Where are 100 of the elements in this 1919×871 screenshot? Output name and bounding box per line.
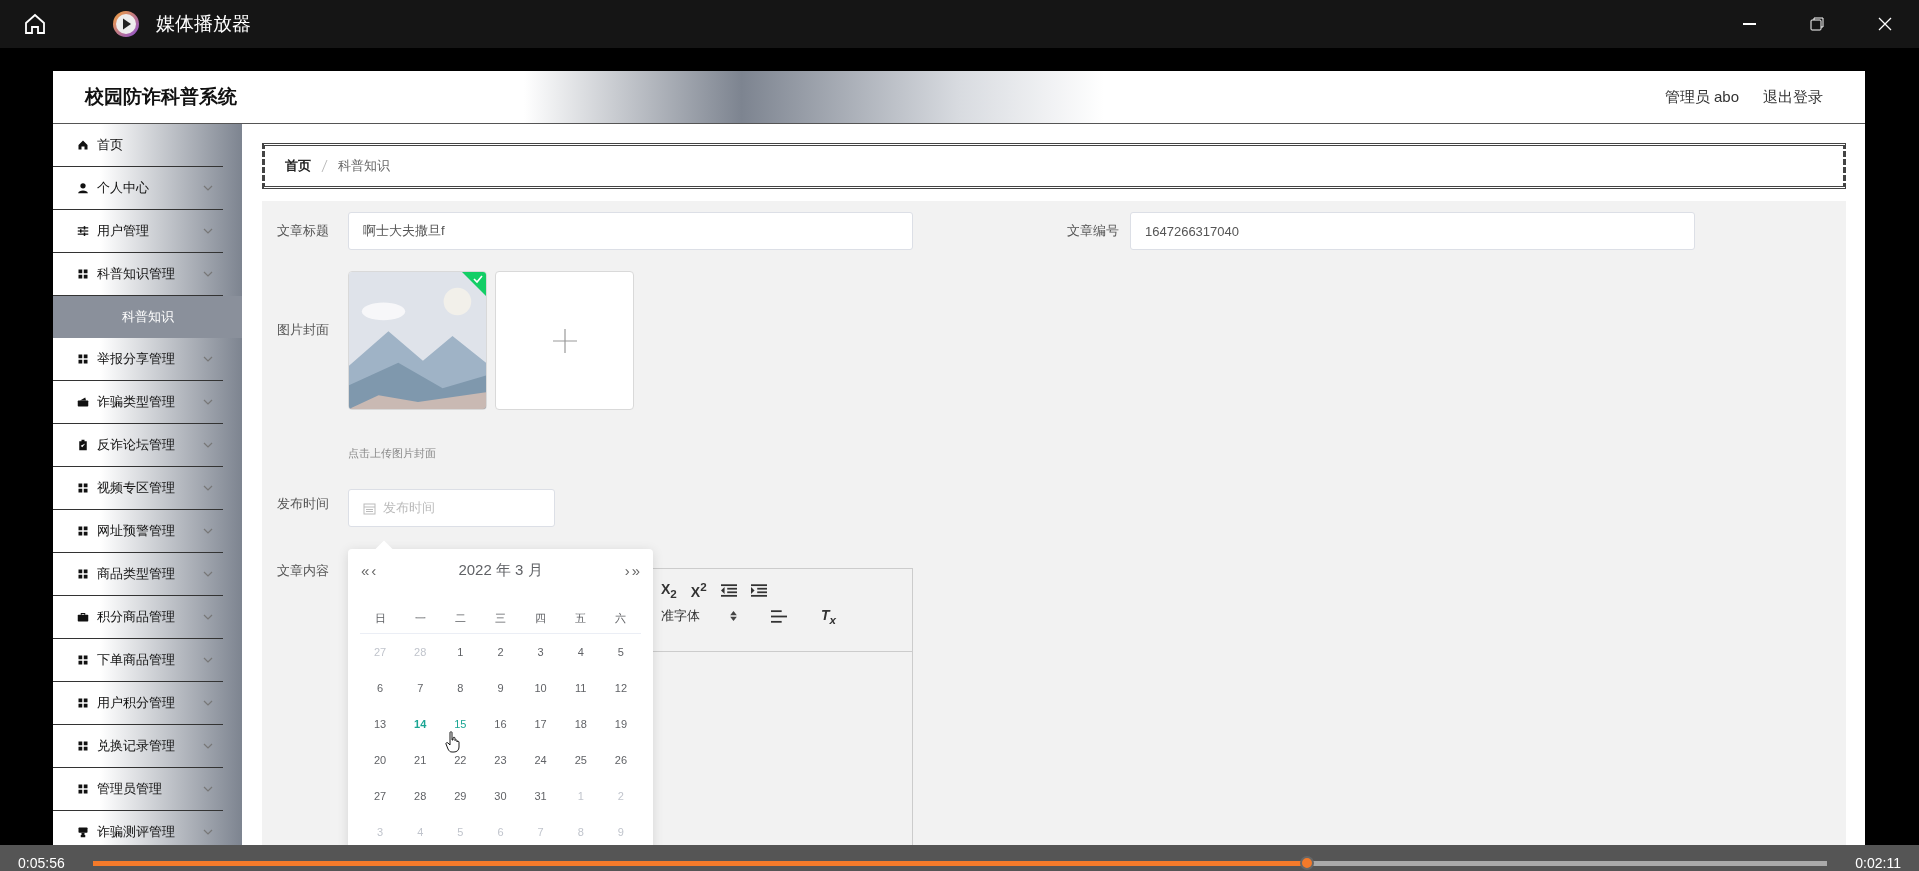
calendar-day[interactable]: 10: [534, 682, 547, 694]
weekday-label: 六: [614, 611, 628, 626]
weekday-label: 五: [574, 611, 588, 626]
calendar-day[interactable]: 7: [417, 682, 424, 694]
calendar-day[interactable]: 3: [537, 646, 544, 658]
font-select[interactable]: 准字体: [661, 607, 757, 625]
calendar-day[interactable]: 23: [494, 754, 507, 766]
breadcrumb-item: 科普知识: [338, 157, 390, 175]
calendar-icon: [363, 501, 376, 515]
calendar-day[interactable]: 20: [373, 754, 387, 766]
indent-icon[interactable]: [750, 583, 767, 597]
chevron-icon: [203, 185, 213, 191]
calendar-day[interactable]: 26: [614, 754, 628, 766]
chevron-icon: [203, 743, 213, 749]
weekday-label: 四: [534, 611, 548, 626]
calendar-day[interactable]: 1: [457, 646, 464, 658]
chevron-icon: [203, 442, 213, 448]
sidebar-item[interactable]: 首页: [53, 124, 223, 167]
stamp-icon: [77, 826, 89, 838]
weekday-label: 二: [453, 611, 467, 626]
calendar-day[interactable]: 9: [497, 682, 504, 694]
chevron-icon: [203, 700, 213, 706]
calendar-day[interactable]: 17: [534, 718, 547, 730]
updown-icon: [730, 611, 737, 621]
sidebar-item[interactable]: 用户积分管理: [53, 682, 223, 725]
calendar-day[interactable]: 28: [414, 790, 427, 802]
sidebar-item[interactable]: 反诈论坛管理: [53, 424, 223, 467]
grid-icon: [77, 740, 89, 752]
calendar-day[interactable]: 13: [373, 718, 387, 730]
grid-icon: [77, 525, 89, 537]
calendar-day[interactable]: 27: [373, 790, 387, 802]
sidebar-item[interactable]: 网址预警管理: [53, 510, 223, 553]
grid-icon: [77, 654, 89, 666]
remaining-time: 0:02:11: [1855, 855, 1901, 871]
chevron-icon: [203, 657, 213, 663]
format-button[interactable]: X$^{2}$: [690, 580, 707, 600]
grid-icon: [77, 783, 89, 795]
next-month-button[interactable]: ›: [623, 561, 631, 579]
progress-thumb[interactable]: [1299, 856, 1314, 870]
logout-link[interactable]: 退出登录: [1763, 87, 1823, 107]
align-left-icon[interactable]: [771, 609, 787, 623]
close-icon: [1877, 16, 1893, 32]
prev-year-button[interactable]: «: [360, 561, 371, 579]
grid-icon: [77, 697, 89, 709]
sidebar-item[interactable]: 个人中心: [53, 167, 223, 210]
calendar-day[interactable]: 11: [575, 682, 587, 694]
format-button[interactable]: X$_{2}$: [661, 580, 677, 600]
home-icon[interactable]: [23, 12, 47, 36]
chevron-icon: [203, 614, 213, 620]
calendar-day[interactable]: 19: [614, 718, 628, 730]
upload-hint: 点击上传图片封面: [348, 446, 437, 461]
field-label: 文章编号: [1066, 222, 1120, 240]
weekday-label: 一: [413, 611, 427, 626]
prev-month-button[interactable]: ‹: [370, 561, 378, 579]
briefcase-icon: [77, 611, 89, 623]
sidebar-item[interactable]: 管理员管理: [53, 768, 223, 811]
calendar-day[interactable]: 22: [454, 754, 467, 766]
chevron-icon: [203, 528, 213, 534]
number-field[interactable]: 1647266317040: [1130, 212, 1695, 250]
next-year-button[interactable]: »: [630, 561, 641, 579]
calendar-day[interactable]: 5: [617, 646, 624, 658]
wallet-icon: [77, 396, 89, 408]
sidebar-item[interactable]: 积分商品管理: [53, 596, 223, 639]
outdent-icon[interactable]: [720, 583, 737, 597]
calendar-day[interactable]: 24: [534, 754, 547, 766]
title-field[interactable]: 啊士大夫撒旦f: [348, 212, 913, 250]
field-label: 文章内容: [276, 562, 330, 580]
chevron-icon: [203, 399, 213, 405]
elapsed-time: 0:05:56: [18, 855, 65, 871]
sidebar-item[interactable]: 下单商品管理: [53, 639, 223, 682]
calendar-day[interactable]: 25: [574, 754, 587, 766]
calendar-day[interactable]: 30: [494, 790, 507, 802]
restore-icon: [1809, 16, 1825, 32]
calendar-day[interactable]: 31: [534, 790, 547, 802]
sidebar-item[interactable]: 兑换记录管理: [53, 725, 223, 768]
calendar-day[interactable]: 29: [454, 790, 467, 802]
sidebar-item[interactable]: 视频专区管理: [53, 467, 223, 510]
chevron-icon: [203, 271, 213, 277]
chevron-icon: [203, 571, 213, 577]
grid-icon: [77, 353, 89, 365]
plus-icon: [552, 328, 577, 353]
sidebar-item[interactable]: 商品类型管理: [53, 553, 223, 596]
chevron-icon: [203, 485, 213, 491]
calendar-day[interactable]: 6: [377, 682, 384, 694]
calendar-day[interactable]: 8: [457, 682, 464, 694]
clear-format-button[interactable]: T$_{x}$: [821, 606, 837, 626]
calendar-day[interactable]: 12: [614, 682, 628, 694]
breadcrumb-item[interactable]: 首页: [285, 157, 311, 175]
sidebar-item[interactable]: 诈骗类型管理: [53, 381, 223, 424]
window-title: 媒体播放器: [156, 12, 251, 36]
calendar-day[interactable]: 2: [497, 646, 504, 658]
sidebar-item[interactable]: 举报分享管理: [53, 338, 223, 381]
sidebar-item[interactable]: 用户管理: [53, 210, 223, 253]
sliders-icon: [77, 225, 89, 237]
calendar-day[interactable]: 4: [577, 646, 584, 658]
home-icon: [77, 139, 89, 151]
calendar-day[interactable]: 16: [494, 718, 507, 730]
calendar-day[interactable]: 21: [414, 754, 427, 766]
calendar-day[interactable]: 18: [574, 718, 587, 730]
clipboard-icon: [77, 439, 89, 451]
